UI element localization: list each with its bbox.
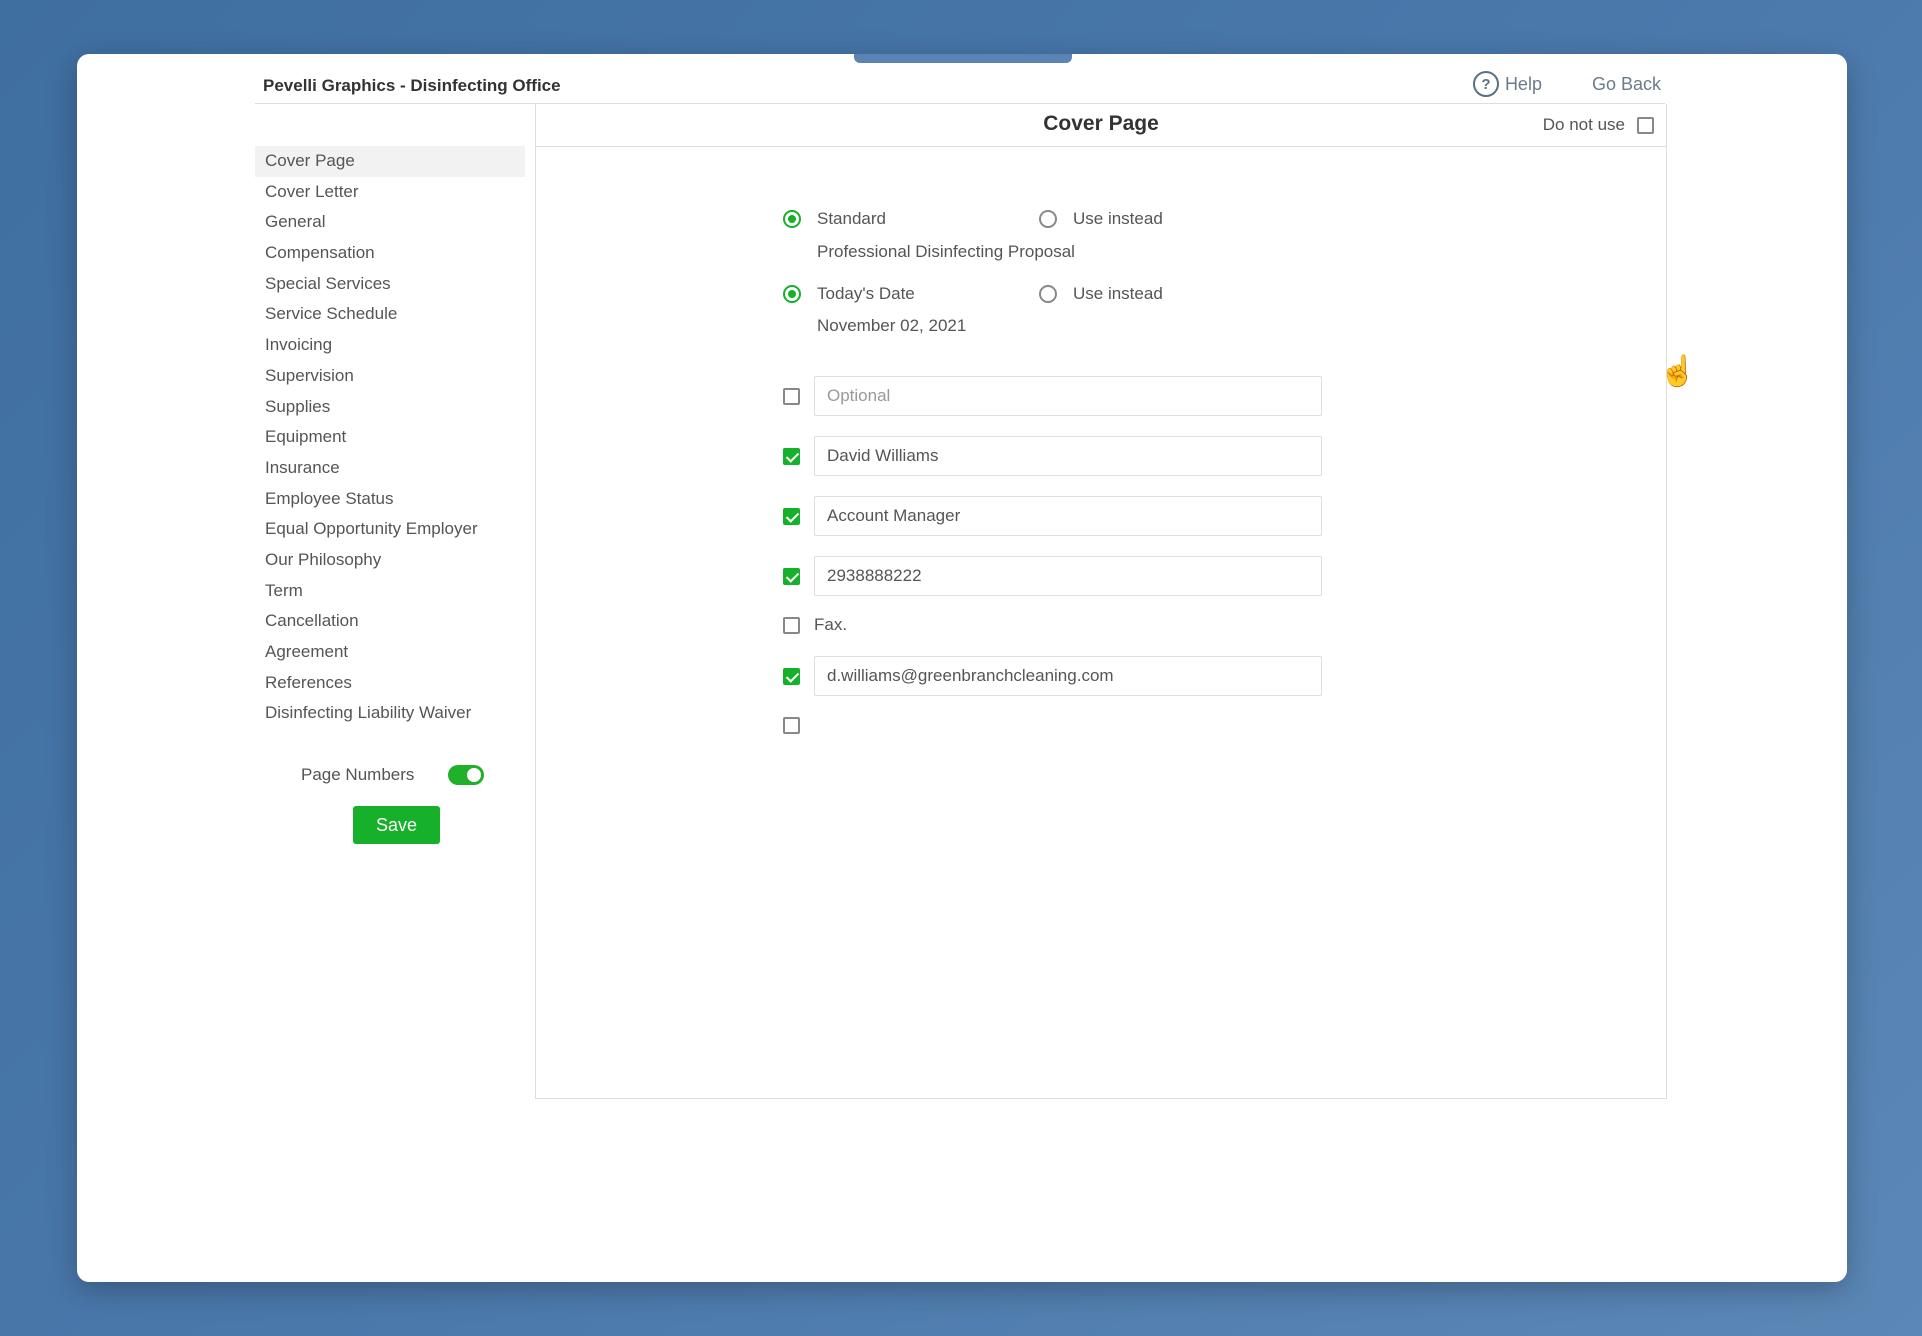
sidebar-item-term[interactable]: Term	[255, 576, 525, 607]
do-not-use-label: Do not use	[1542, 115, 1625, 134]
optional-checkbox[interactable]	[783, 387, 800, 405]
sidebar-item-cover-letter[interactable]: Cover Letter	[255, 177, 525, 208]
position-input[interactable]	[814, 496, 1322, 536]
sidebar-item-equipment[interactable]: Equipment	[255, 422, 525, 453]
sidebar-item-compensation[interactable]: Compensation	[255, 238, 525, 269]
title-use-instead-option[interactable]: Use instead	[1039, 209, 1163, 229]
header-actions: ? Help Go Back	[1472, 71, 1661, 97]
phone-checkbox[interactable]	[783, 567, 800, 585]
date-value: November 02, 2021	[817, 316, 967, 335]
do-not-use-option: Do not use	[1543, 115, 1654, 135]
phone-field-row	[783, 556, 1322, 596]
sidebar-item-supplies[interactable]: Supplies	[255, 392, 525, 423]
optional-field-row	[783, 376, 1322, 416]
email-field-row	[783, 656, 1322, 696]
name-field-row	[783, 436, 1322, 476]
sidebar-nav: Cover Page Cover Letter General Compensa…	[255, 146, 525, 729]
help-label: Help	[1504, 73, 1542, 94]
sidebar-item-supervision[interactable]: Supervision	[255, 361, 525, 392]
sidebar-item-equal-opportunity[interactable]: Equal Opportunity Employer	[255, 514, 525, 545]
date-today-label: Today's Date	[817, 284, 915, 303]
page-numbers-label: Page Numbers	[301, 765, 415, 784]
title-standard-label: Standard	[817, 209, 886, 228]
position-field-row	[783, 496, 1322, 536]
sidebar-item-liability-waiver[interactable]: Disinfecting Liability Waiver	[255, 698, 525, 729]
do-not-use-checkbox[interactable]	[1637, 116, 1654, 134]
date-today-option[interactable]: Today's Date	[783, 284, 915, 304]
sidebar-item-employee-status[interactable]: Employee Status	[255, 484, 525, 515]
extra-field-row	[783, 717, 814, 734]
email-input[interactable]	[814, 656, 1322, 696]
sidebar-item-insurance[interactable]: Insurance	[255, 453, 525, 484]
save-button[interactable]: Save	[353, 806, 440, 844]
sidebar-item-special-services[interactable]: Special Services	[255, 269, 525, 300]
sidebar-item-our-philosophy[interactable]: Our Philosophy	[255, 545, 525, 576]
standard-title-value: Professional Disinfecting Proposal	[817, 242, 1075, 261]
sidebar-item-cover-page[interactable]: Cover Page	[255, 146, 525, 177]
panel-header: Cover Page Do not use	[536, 104, 1666, 147]
position-checkbox[interactable]	[783, 507, 800, 525]
title-standard-radio[interactable]	[783, 210, 801, 228]
sidebar-item-agreement[interactable]: Agreement	[255, 637, 525, 668]
fax-checkbox[interactable]	[783, 616, 800, 634]
panel-title: Cover Page	[1043, 112, 1159, 135]
sidebar-item-invoicing[interactable]: Invoicing	[255, 330, 525, 361]
date-use-instead-label: Use instead	[1073, 284, 1163, 303]
extra-checkbox[interactable]	[783, 717, 800, 734]
hand-cursor-icon: ☝	[1659, 355, 1697, 388]
app-window: Pevelli Graphics - Disinfecting Office ?…	[77, 54, 1847, 1282]
date-use-instead-radio[interactable]	[1039, 285, 1057, 303]
help-icon: ?	[1472, 71, 1499, 97]
top-tab-handle[interactable]	[854, 54, 1072, 63]
fax-field-row: Fax.	[783, 615, 847, 635]
page-numbers-toggle[interactable]	[448, 765, 485, 785]
title-use-instead-label: Use instead	[1073, 209, 1163, 228]
date-today-radio[interactable]	[783, 285, 801, 303]
sidebar-item-cancellation[interactable]: Cancellation	[255, 606, 525, 637]
name-input[interactable]	[814, 436, 1322, 476]
phone-input[interactable]	[814, 556, 1322, 596]
sidebar-item-service-schedule[interactable]: Service Schedule	[255, 299, 525, 330]
app-title: Pevelli Graphics - Disinfecting Office	[263, 76, 561, 95]
title-use-instead-radio[interactable]	[1039, 210, 1057, 228]
cover-page-panel: Cover Page Do not use	[535, 104, 1667, 1099]
go-back-link[interactable]: Go Back	[1592, 74, 1661, 95]
fax-label: Fax.	[814, 615, 848, 634]
sidebar-item-general[interactable]: General	[255, 207, 525, 238]
date-use-instead-option[interactable]: Use instead	[1039, 284, 1163, 304]
title-standard-option[interactable]: Standard	[783, 209, 886, 229]
email-checkbox[interactable]	[783, 667, 800, 685]
sidebar-item-references[interactable]: References	[255, 668, 525, 699]
page-numbers-setting: Page Numbers	[301, 765, 485, 785]
optional-input[interactable]	[814, 376, 1322, 416]
help-link[interactable]: ? Help	[1472, 71, 1542, 97]
name-checkbox[interactable]	[783, 447, 800, 465]
